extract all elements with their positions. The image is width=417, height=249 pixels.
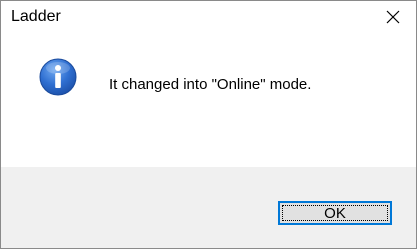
message-dialog: Ladder It changed into "Online" mode. OK (0, 0, 417, 249)
ok-button-label: OK (282, 205, 388, 222)
message-text: It changed into "Online" mode. (109, 76, 312, 93)
window-title: Ladder (11, 8, 61, 25)
ok-button[interactable]: OK (278, 201, 392, 225)
title-bar[interactable]: Ladder (1, 1, 416, 32)
close-icon (386, 10, 400, 24)
message-area (1, 32, 416, 167)
close-button[interactable] (370, 1, 416, 32)
info-icon (39, 58, 77, 96)
